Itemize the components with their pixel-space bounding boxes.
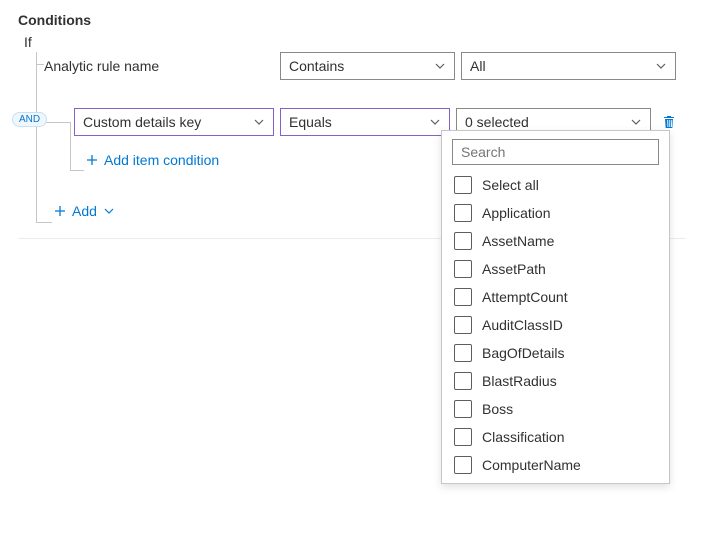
add-item-condition-button[interactable]: Add item condition <box>86 152 219 168</box>
chevron-down-icon <box>630 116 642 128</box>
tree-connector <box>70 122 71 170</box>
checkbox-icon <box>454 400 472 418</box>
checkbox-icon <box>454 232 472 250</box>
value-text: All <box>470 58 486 74</box>
dropdown-option[interactable]: BagOfDetails <box>442 339 667 367</box>
tree-connector <box>36 222 52 223</box>
option-label: AuditClassID <box>482 317 563 333</box>
chevron-down-icon <box>103 205 115 217</box>
field-label: Analytic rule name <box>44 54 274 78</box>
checkbox-icon <box>454 344 472 362</box>
operator-value: Contains <box>289 58 344 74</box>
section-title: Conditions <box>18 12 686 28</box>
and-badge: AND <box>12 112 47 127</box>
checkbox-icon <box>454 456 472 474</box>
option-label: Application <box>482 205 551 221</box>
tree-connector <box>70 170 84 171</box>
if-label: If <box>24 34 686 50</box>
key-select[interactable]: Custom details key <box>74 108 274 136</box>
dropdown-option[interactable]: Boss <box>442 395 667 423</box>
option-label: BlastRadius <box>482 373 557 389</box>
dropdown-option[interactable]: AssetPath <box>442 255 667 283</box>
checkbox-icon <box>454 372 472 390</box>
trash-icon[interactable] <box>661 114 677 130</box>
chevron-down-icon <box>434 60 446 72</box>
dropdown-option[interactable]: AuditClassID <box>442 311 667 339</box>
option-label: BagOfDetails <box>482 345 564 361</box>
option-label: Boss <box>482 401 513 417</box>
add-item-label: Add item condition <box>104 152 219 168</box>
option-label: Select all <box>482 177 539 193</box>
operator-select[interactable]: Equals <box>280 108 450 136</box>
dropdown-option[interactable]: Classification <box>442 423 667 451</box>
dropdown-option[interactable]: ComputerName <box>442 451 667 479</box>
dropdown-option[interactable]: AttemptCount <box>442 283 667 311</box>
dropdown-option[interactable]: AssetName <box>442 227 667 255</box>
option-label: Classification <box>482 429 564 445</box>
chevron-down-icon <box>429 116 441 128</box>
checkbox-icon <box>454 428 472 446</box>
tree-connector <box>36 52 37 222</box>
operator-select[interactable]: Contains <box>280 52 455 80</box>
select-all-option[interactable]: Select all <box>442 171 667 199</box>
dropdown-list[interactable]: Select all Application AssetName AssetPath… <box>442 171 669 479</box>
dropdown-option[interactable]: Application <box>442 199 667 227</box>
chevron-down-icon <box>253 116 265 128</box>
checkbox-icon <box>454 260 472 278</box>
option-label: AttemptCount <box>482 289 568 305</box>
add-label: Add <box>72 203 97 219</box>
key-value: Custom details key <box>83 114 201 130</box>
option-label: AssetName <box>482 233 554 249</box>
checkbox-icon <box>454 288 472 306</box>
checkbox-icon <box>454 316 472 334</box>
operator-value: Equals <box>289 114 332 130</box>
multiselect-dropdown: Select all Application AssetName AssetPath… <box>441 130 670 484</box>
value-select[interactable]: All <box>461 52 676 80</box>
add-button[interactable]: Add <box>54 203 115 219</box>
plus-icon <box>54 205 66 217</box>
option-label: AssetPath <box>482 261 546 277</box>
checkbox-icon <box>454 176 472 194</box>
value-text: 0 selected <box>465 114 529 130</box>
condition-row-1: Analytic rule name Contains All <box>44 52 686 80</box>
checkbox-icon <box>454 204 472 222</box>
search-input[interactable] <box>452 139 659 165</box>
dropdown-option[interactable]: BlastRadius <box>442 367 667 395</box>
tree-connector <box>36 64 44 65</box>
chevron-down-icon <box>655 60 667 72</box>
option-label: ComputerName <box>482 457 581 473</box>
plus-icon <box>86 154 98 166</box>
